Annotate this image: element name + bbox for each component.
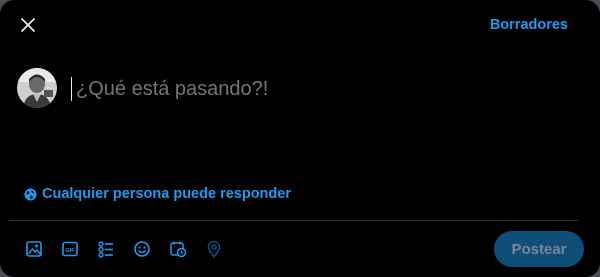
user-avatar-image bbox=[17, 68, 57, 108]
post-button[interactable]: Postear bbox=[494, 231, 584, 267]
reply-setting-button[interactable]: Cualquier persona puede responder bbox=[24, 186, 291, 202]
gif-button[interactable]: GIF bbox=[52, 234, 88, 264]
divider bbox=[9, 220, 578, 221]
poll-icon bbox=[98, 241, 113, 258]
drafts-link[interactable]: Borradores bbox=[490, 17, 568, 33]
emoji-button[interactable] bbox=[124, 234, 160, 264]
schedule-button[interactable] bbox=[160, 234, 196, 264]
media-button[interactable] bbox=[16, 234, 52, 264]
gif-icon: GIF bbox=[62, 241, 78, 257]
post-textarea[interactable] bbox=[74, 76, 498, 102]
svg-text:GIF: GIF bbox=[65, 248, 75, 254]
location-button[interactable] bbox=[196, 234, 232, 264]
composer bbox=[71, 72, 498, 106]
close-button[interactable] bbox=[14, 11, 42, 39]
emoji-icon bbox=[134, 241, 150, 257]
text-caret bbox=[71, 77, 72, 101]
location-icon bbox=[207, 240, 221, 258]
compose-post-modal: Borradores Cualquier persona puede respo… bbox=[0, 0, 600, 277]
close-icon bbox=[21, 18, 35, 32]
compose-toolbar: GIF bbox=[16, 234, 232, 264]
avatar[interactable] bbox=[17, 68, 57, 108]
poll-button[interactable] bbox=[88, 234, 124, 264]
image-icon bbox=[26, 241, 42, 257]
reply-setting-label: Cualquier persona puede responder bbox=[42, 186, 291, 202]
globe-icon bbox=[24, 187, 37, 201]
schedule-icon bbox=[170, 241, 187, 258]
